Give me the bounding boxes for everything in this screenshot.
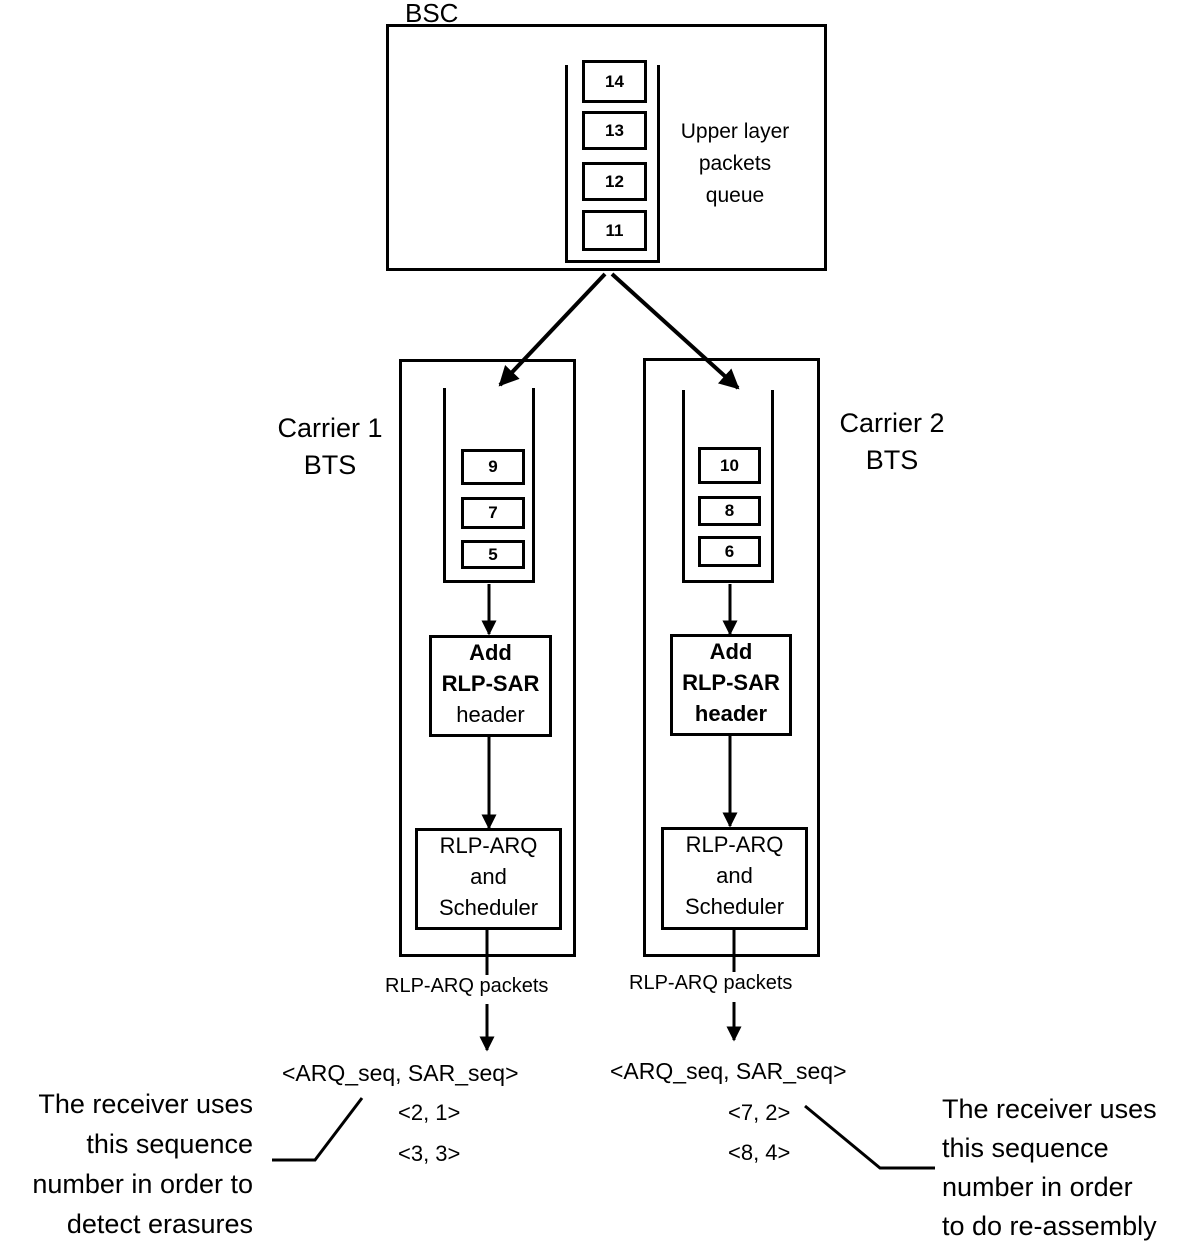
carrier2-packet: 6 <box>698 536 761 567</box>
bsc-packet: 11 <box>582 210 647 251</box>
carrier1-title: Carrier 1 BTS <box>277 413 383 480</box>
bsc-packet: 12 <box>582 162 647 201</box>
carrier2-title: Carrier 2 BTS <box>839 408 945 475</box>
carrier1-output-label: RLP-ARQ packets <box>385 975 549 997</box>
carrier1-seq-header: <ARQ_seq, SAR_seq> <box>282 1060 519 1086</box>
carrier2-sar-label: Add RLP-SAR header <box>682 639 780 726</box>
carrier1-arq-label: RLP-ARQ and Scheduler <box>438 833 539 920</box>
carrier1-packet: 7 <box>461 497 525 529</box>
carrier2-packet: 8 <box>698 496 761 526</box>
carrier2-seq-row: <7, 2> <box>728 1100 791 1125</box>
carrier2-packet: 10 <box>698 447 761 484</box>
annotation-left: The receiver uses this sequence number i… <box>32 1089 253 1239</box>
bsc-queue-label: Upper layer packets queue <box>680 120 790 207</box>
carrier2-output-label: RLP-ARQ packets <box>629 972 793 994</box>
carrier2-arq-label: RLP-ARQ and Scheduler <box>684 832 785 919</box>
bsc-title: BSC <box>405 0 459 28</box>
carrier1-sar-label: Add RLP-SAR header <box>441 640 540 727</box>
bsc-packet: 14 <box>582 60 647 103</box>
carrier1-seq-row: <2, 1> <box>398 1100 461 1125</box>
carrier2-seq-header: <ARQ_seq, SAR_seq> <box>610 1058 847 1084</box>
bsc-packet: 13 <box>582 111 647 150</box>
annotation-right: The receiver uses this sequence number i… <box>942 1094 1157 1241</box>
carrier2-seq-row: <8, 4> <box>728 1140 791 1165</box>
carrier1-packet: 9 <box>461 449 525 485</box>
carrier1-seq-row: <3, 3> <box>398 1141 461 1166</box>
leader-line-left <box>272 1097 364 1162</box>
leader-line-right <box>804 1104 935 1170</box>
carrier1-packet: 5 <box>461 540 525 569</box>
